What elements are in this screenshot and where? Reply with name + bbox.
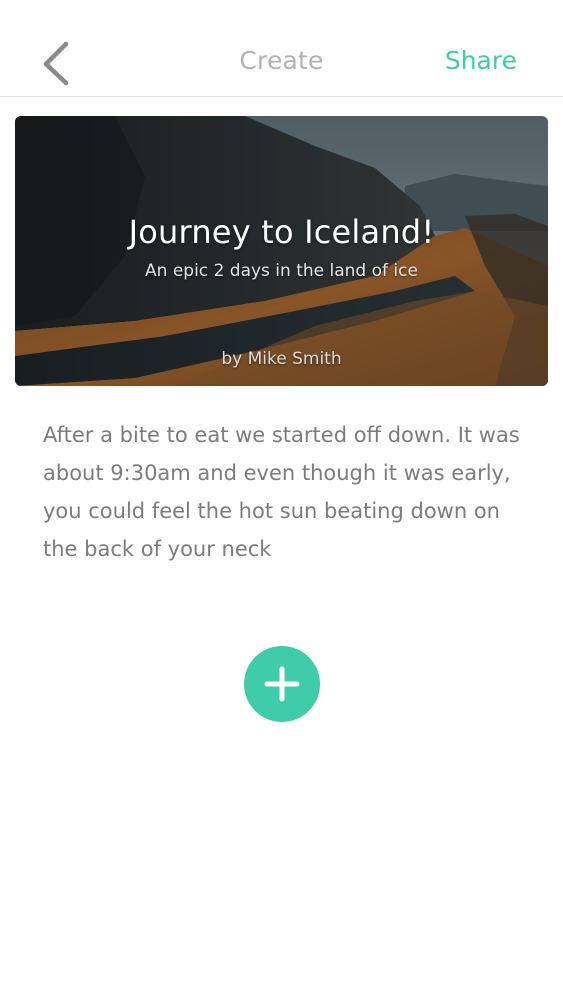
story-subtitle: An epic 2 days in the land of ice (145, 261, 418, 281)
top-navigation-bar: Create Share (0, 0, 563, 97)
plus-icon (264, 666, 300, 702)
share-button[interactable]: Share (445, 44, 517, 78)
add-content-button[interactable] (244, 646, 320, 722)
story-paragraph[interactable]: After a bite to eat we started off down.… (43, 416, 523, 568)
story-author: by Mike Smith (221, 349, 342, 369)
cover-image-card[interactable]: Journey to Iceland! An epic 2 days in th… (15, 116, 548, 386)
story-title: Journey to Iceland! (128, 213, 435, 251)
